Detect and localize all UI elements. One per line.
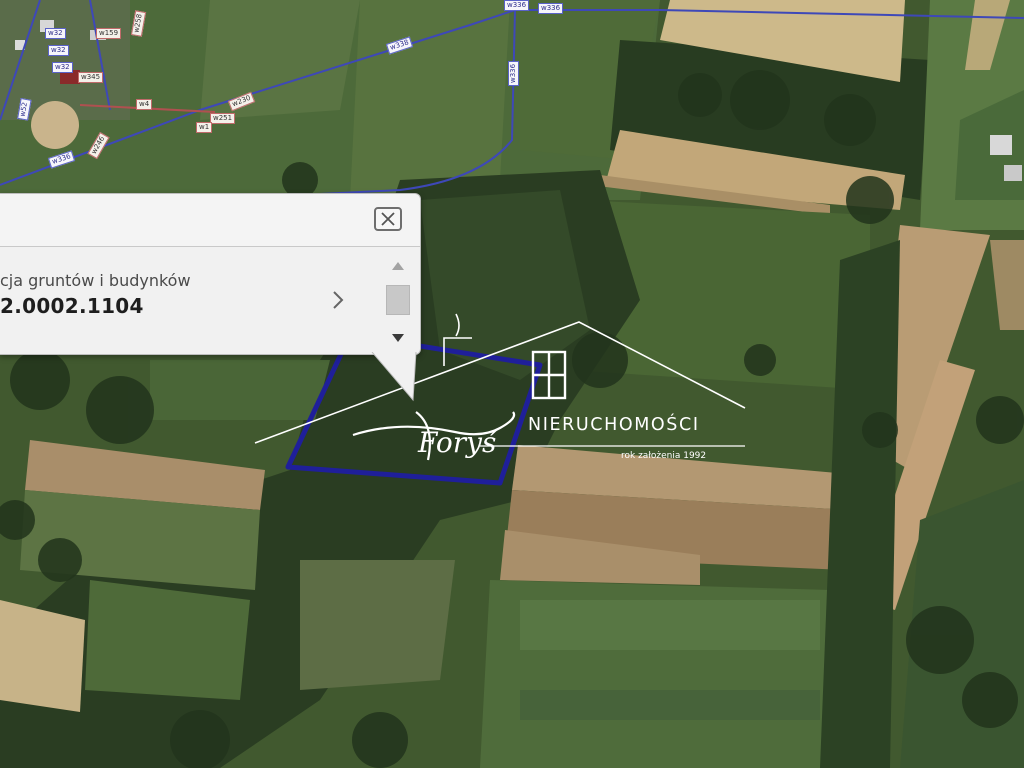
map-parcel-label: w345 <box>78 72 104 83</box>
map-parcel-label: w336 <box>538 3 564 14</box>
scroll-up-button[interactable] <box>390 257 406 270</box>
popup-scrollbar[interactable] <box>384 253 412 345</box>
scroll-down-button[interactable] <box>390 329 406 342</box>
logo-company-name: NIERUCHOMOŚCI <box>528 415 700 435</box>
triangle-up-icon <box>392 262 404 270</box>
triangle-down-icon <box>392 334 404 342</box>
popup-pointer-tail <box>371 352 417 402</box>
logo-tagline: rok założenia 1992 <box>621 451 707 461</box>
parcel-info-popup: cja gruntów i budynków 2.0002.1104 <box>0 193 421 355</box>
map-parcel-label: w32 <box>52 62 73 73</box>
close-x-icon <box>381 212 395 226</box>
scroll-thumb[interactable] <box>386 285 410 315</box>
chevron-right-icon <box>333 291 344 309</box>
map-parcel-label: w4 <box>136 99 153 110</box>
close-button[interactable] <box>374 207 402 231</box>
map-parcel-label: w159 <box>96 28 122 39</box>
map-parcel-label: w336 <box>504 0 530 11</box>
parcel-id-label: 2.0002.1104 <box>0 294 144 318</box>
register-type-label: cja gruntów i budynków <box>0 271 191 290</box>
popup-content: cja gruntów i budynków 2.0002.1104 <box>0 247 420 354</box>
next-result-button[interactable] <box>328 287 348 313</box>
map-parcel-label: w32 <box>45 28 66 39</box>
popup-header <box>0 194 420 247</box>
map-parcel-label: w336 <box>508 60 519 86</box>
map-parcel-label: w32 <box>48 45 69 56</box>
map-parcel-label: w251 <box>210 113 236 124</box>
map-parcel-label: w1 <box>196 122 213 133</box>
logo-script-name: Foryś <box>417 426 498 459</box>
